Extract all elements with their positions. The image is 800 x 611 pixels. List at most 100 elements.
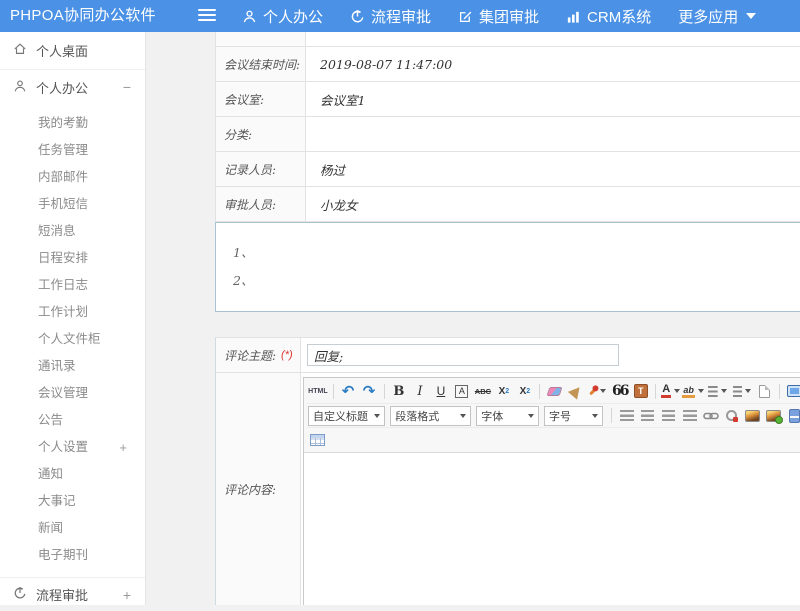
sidebar-subitem[interactable]: 个人文件柜	[0, 326, 145, 353]
sidebar-subitem[interactable]: 会议管理	[0, 380, 145, 407]
blockquote-button[interactable]: 66	[610, 381, 629, 401]
toolbar-separator	[539, 384, 540, 399]
sidebar-subitem-label: 个人文件柜	[38, 326, 101, 353]
align-center-button[interactable]	[638, 406, 657, 426]
paragraph-format-select[interactable]: 段落格式	[390, 406, 471, 426]
field-value: 杨过	[320, 160, 345, 179]
field-label: 会议结束时间:	[224, 56, 300, 73]
justify-button[interactable]	[680, 406, 699, 426]
underline-button[interactable]: U	[431, 381, 450, 401]
notes-line: 2、	[233, 267, 800, 295]
sidebar-item-desktop[interactable]: 个人桌面	[0, 32, 145, 70]
ordered-list-button[interactable]	[706, 381, 729, 401]
caret-down-icon	[460, 414, 466, 418]
font-family-select[interactable]: 字体	[476, 406, 539, 426]
sidebar-subitem-label: 内部邮件	[38, 164, 88, 191]
sidebar-subitem[interactable]: 短消息	[0, 218, 145, 245]
nav-more-apps[interactable]: 更多应用	[678, 6, 756, 27]
undo-button[interactable]: ↶	[339, 381, 358, 401]
top-navigation-bar: PHPOA协同办公软件 个人办公 流程审批 集团审批 CRM系统	[0, 0, 800, 32]
sidebar-subitem-label: 大事记	[38, 488, 76, 515]
expand-icon[interactable]: +	[119, 434, 127, 461]
sidebar-subitem[interactable]: 工作计划	[0, 299, 145, 326]
new-page-button[interactable]	[755, 381, 774, 401]
nav-workflow-approval[interactable]: 流程审批	[350, 6, 431, 27]
unordered-list-button[interactable]	[731, 381, 754, 401]
collapse-icon[interactable]: −	[123, 79, 131, 95]
sidebar-subitem[interactable]: 电子期刊	[0, 542, 145, 569]
strikethrough-button[interactable]: ABC	[473, 381, 492, 401]
nav-crm-system[interactable]: CRM系统	[566, 6, 651, 27]
sidebar-subitem-label: 工作计划	[38, 299, 88, 326]
toolbar-separator	[384, 384, 385, 399]
superscript-button[interactable]: X2	[494, 381, 513, 401]
font-border-button[interactable]: A	[452, 381, 471, 401]
image-icon	[745, 410, 760, 422]
italic-button[interactable]: I	[410, 381, 429, 401]
sidebar-subitem[interactable]: 大事记	[0, 488, 145, 515]
toolbar-row-3	[307, 427, 800, 451]
superscript-mark: 2	[505, 388, 509, 395]
hamburger-menu-icon[interactable]	[198, 9, 216, 23]
broom-icon	[568, 383, 584, 399]
sidebar-subitem[interactable]: 公告	[0, 407, 145, 434]
sidebar-subitem[interactable]: 日程安排	[0, 245, 145, 272]
font-color-button[interactable]: A	[661, 381, 680, 401]
caret-down-icon	[592, 414, 598, 418]
custom-title-select[interactable]: 自定义标题	[308, 406, 385, 426]
table-row-approver: 审批人员: 小龙女	[216, 187, 800, 222]
format-eraser-button[interactable]	[545, 381, 564, 401]
field-label: 审批人员:	[224, 196, 276, 213]
paste-as-text-button[interactable]: T	[631, 381, 650, 401]
sidebar-subitem[interactable]: 新闻	[0, 515, 145, 542]
sidebar-subitem[interactable]: 工作日志	[0, 272, 145, 299]
sidebar-subitem[interactable]: 通讯录	[0, 353, 145, 380]
insert-table-button[interactable]	[308, 430, 327, 450]
comment-content-label: 评论内容:	[224, 481, 276, 498]
fullscreen-button[interactable]	[785, 381, 800, 401]
align-left-button[interactable]	[617, 406, 636, 426]
subscript-button[interactable]: X2	[515, 381, 534, 401]
link-button[interactable]	[701, 406, 720, 426]
media-button[interactable]	[785, 406, 800, 426]
unordered-list-icon	[733, 386, 743, 397]
insert-image-button[interactable]	[764, 406, 783, 426]
anchor-button[interactable]	[722, 406, 741, 426]
sidebar-subitem-label: 公告	[38, 407, 63, 434]
sidebar-subitem-label: 短消息	[38, 218, 76, 245]
table-row-partial	[216, 32, 800, 47]
sidebar-subitem-label: 新闻	[38, 515, 63, 542]
align-right-button[interactable]	[659, 406, 678, 426]
nav-group-approval[interactable]: 集团审批	[458, 6, 539, 27]
font-size-select[interactable]: 字号	[544, 406, 603, 426]
image-button[interactable]	[743, 406, 762, 426]
nav-personal-office[interactable]: 个人办公	[242, 6, 323, 27]
meeting-detail-table: 会议结束时间: 2019-08-07 11:47:00 会议室: 会议室1 分类…	[215, 32, 800, 222]
nav-label: 更多应用	[678, 6, 738, 27]
select-label: 自定义标题	[313, 408, 368, 424]
bold-button[interactable]: B	[389, 381, 408, 401]
sidebar-subitem-label: 通知	[38, 461, 63, 488]
table-row-meeting-room: 会议室: 会议室1	[216, 82, 800, 117]
comment-content-row: 评论内容: HTML ↶ ↷ B I U A ABC	[216, 373, 800, 605]
sidebar-item-workflow-approval[interactable]: 流程审批 +	[0, 577, 145, 611]
redo-button[interactable]: ↷	[360, 381, 379, 401]
caret-down-icon	[721, 389, 727, 393]
sidebar-subitem-label: 日程安排	[38, 245, 88, 272]
sidebar-subitem[interactable]: 通知	[0, 461, 145, 488]
autotypeset-button[interactable]	[587, 381, 608, 401]
sidebar-subitem[interactable]: 内部邮件	[0, 164, 145, 191]
html-source-button[interactable]: HTML	[308, 381, 328, 401]
sidebar-item-personal-office[interactable]: 个人办公 −	[0, 70, 145, 104]
editor-content-area[interactable]	[304, 453, 800, 605]
notes-line: 1、	[233, 239, 800, 267]
sidebar-subitem[interactable]: 我的考勤	[0, 110, 145, 137]
highlight-color-button[interactable]: ab	[682, 381, 703, 401]
sidebar-subitem[interactable]: 个人设置+	[0, 434, 145, 461]
top-nav: 个人办公 流程审批 集团审批 CRM系统 更多应用	[242, 0, 756, 32]
comment-subject-input[interactable]	[307, 344, 619, 366]
sidebar-subitem[interactable]: 任务管理	[0, 137, 145, 164]
clear-format-button[interactable]	[566, 381, 585, 401]
sidebar-subitem[interactable]: 手机短信	[0, 191, 145, 218]
expand-icon[interactable]: +	[123, 587, 131, 603]
